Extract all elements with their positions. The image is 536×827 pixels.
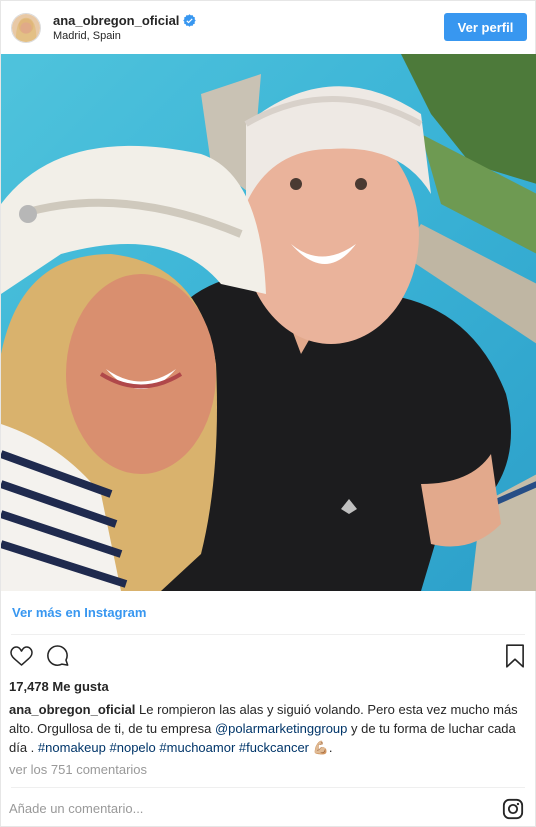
hashtag-link[interactable]: #nopelo: [110, 740, 156, 755]
username-link[interactable]: ana_obregon_oficial: [53, 13, 179, 28]
add-comment-input[interactable]: Añade un comentario...: [9, 801, 143, 816]
caption-username-link[interactable]: ana_obregon_oficial: [9, 702, 135, 717]
likes-count[interactable]: 17,478 Me gusta: [9, 679, 109, 694]
caption-emoji: 💪🏼: [312, 740, 329, 755]
divider: [11, 634, 525, 635]
instagram-embed-card: ana_obregon_oficial Madrid, Spain Ver pe…: [0, 0, 536, 827]
post-caption: ana_obregon_oficial Le rompieron las ala…: [9, 700, 529, 757]
caption-end: .: [328, 740, 333, 755]
comment-icon[interactable]: [45, 644, 70, 669]
hashtag-link[interactable]: #muchoamor: [159, 740, 235, 755]
post-header: ana_obregon_oficial Madrid, Spain Ver pe…: [1, 1, 536, 54]
verified-badge-icon: [183, 14, 197, 27]
selfie-image: [1, 54, 536, 591]
hashtag-link[interactable]: #fuckcancer: [239, 740, 309, 755]
avatar[interactable]: [11, 12, 41, 43]
hashtag-link[interactable]: #nomakeup: [38, 740, 106, 755]
instagram-logo-icon[interactable]: [502, 798, 524, 820]
bookmark-icon[interactable]: [504, 643, 526, 669]
user-info: ana_obregon_oficial Madrid, Spain: [53, 13, 197, 42]
divider: [11, 787, 525, 788]
view-profile-button[interactable]: Ver perfil: [444, 13, 527, 41]
heart-icon[interactable]: [9, 644, 34, 668]
avatar-image: [12, 13, 40, 42]
mention-link[interactable]: @polarmarketinggroup: [215, 721, 347, 736]
post-photo[interactable]: [1, 54, 536, 591]
view-all-comments-link[interactable]: ver los 751 comentarios: [9, 762, 147, 777]
location-link[interactable]: Madrid, Spain: [53, 30, 196, 42]
view-more-on-instagram-link[interactable]: Ver más en Instagram: [12, 605, 146, 620]
